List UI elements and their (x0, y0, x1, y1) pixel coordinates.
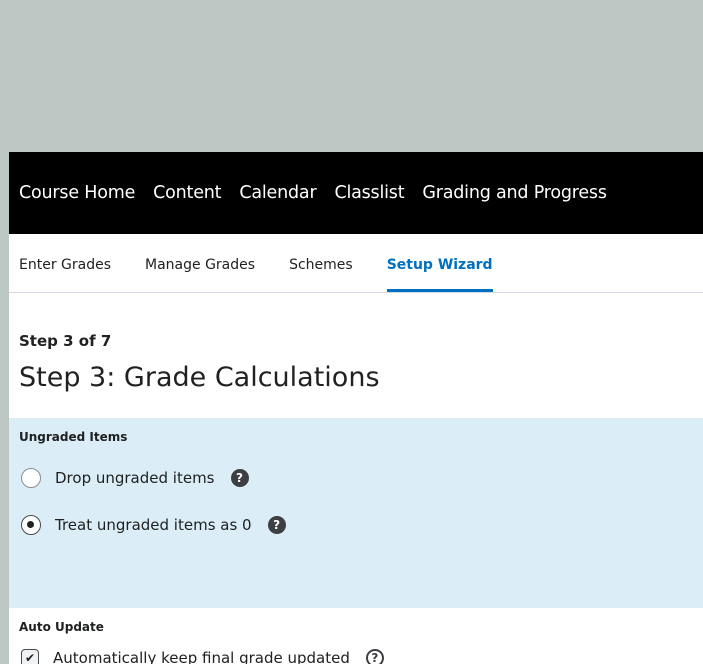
ungraded-items-panel: Ungraded Items Drop ungraded items ? Tre… (9, 418, 703, 608)
tab-manage-grades[interactable]: Manage Grades (145, 257, 255, 292)
question-circle-icon[interactable]: ? (365, 649, 384, 664)
radio-icon[interactable] (21, 515, 41, 535)
treat-ungraded-as-zero-option[interactable]: Treat ungraded items as 0 ? (21, 515, 286, 535)
nav-item-classlist[interactable]: Classlist (334, 183, 404, 203)
auto-update-label: Automatically keep final grade updated (53, 649, 350, 664)
tab-enter-grades[interactable]: Enter Grades (19, 257, 111, 292)
ungraded-items-heading: Ungraded Items (19, 430, 128, 444)
question-circle-icon[interactable]: ? (230, 469, 249, 487)
nav-item-course-home[interactable]: Course Home (19, 183, 135, 203)
nav-item-calendar[interactable]: Calendar (239, 183, 316, 203)
drop-ungraded-label: Drop ungraded items (55, 469, 215, 487)
auto-update-heading: Auto Update (19, 620, 104, 634)
checkbox-icon[interactable]: ✔ (21, 649, 39, 664)
page-title: Step 3: Grade Calculations (19, 362, 380, 393)
treat-ungraded-label: Treat ungraded items as 0 (55, 516, 252, 534)
auto-update-option[interactable]: ✔ Automatically keep final grade updated… (21, 649, 384, 664)
nav-item-grading-and-progress[interactable]: Grading and Progress (422, 183, 607, 203)
drop-ungraded-option[interactable]: Drop ungraded items ? (21, 468, 249, 488)
tab-schemes[interactable]: Schemes (289, 257, 353, 292)
grades-subnav: Enter Grades Manage Grades Schemes Setup… (9, 234, 703, 293)
question-circle-icon[interactable]: ? (267, 516, 286, 534)
step-counter: Step 3 of 7 (19, 332, 112, 350)
app-window: Course Home Content Calendar Classlist G… (9, 152, 703, 664)
course-nav-bar: Course Home Content Calendar Classlist G… (9, 152, 703, 234)
nav-item-content[interactable]: Content (153, 183, 221, 203)
tab-setup-wizard[interactable]: Setup Wizard (386, 257, 493, 292)
radio-icon[interactable] (21, 468, 41, 488)
